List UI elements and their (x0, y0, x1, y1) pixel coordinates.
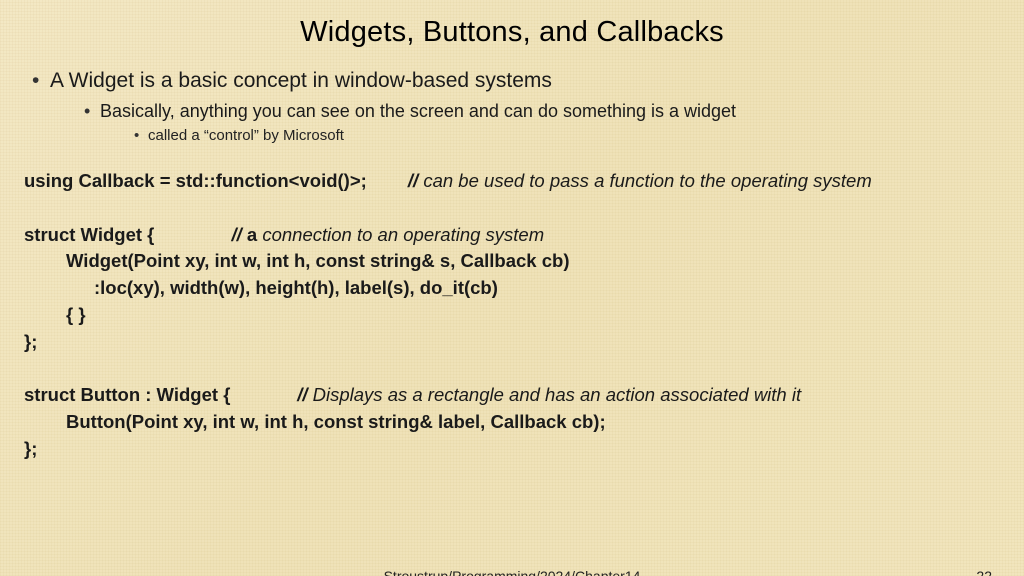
code-comment-text: Displays as a rectangle and has an actio… (313, 384, 801, 405)
code-gap (367, 170, 408, 191)
code-comment-text: connection to an operating system (262, 224, 544, 245)
slide-title: Widgets, Buttons, and Callbacks (24, 16, 1000, 49)
code-comment-text: can be used to pass a function to the op… (423, 170, 871, 191)
bullet-l3: called a “control” by Microsoft (134, 126, 1000, 146)
code-block: using Callback = std::function<void()>; … (24, 168, 1000, 463)
code-using-callback: using Callback = std::function<void()>; (24, 170, 367, 191)
slide: Widgets, Buttons, and Callbacks A Widget… (0, 0, 1024, 576)
code-widget-body: { } (24, 302, 86, 329)
code-struct-widget: struct Widget { (24, 224, 154, 245)
code-gap (230, 384, 297, 405)
code-widget-init: :loc(xy), width(w), height(h), label(s),… (24, 275, 498, 302)
footer-source: Stroustrup/Programming/2024/Chapter14 (384, 568, 641, 576)
bullet-l3-text: called a “control” by Microsoft (148, 127, 344, 144)
code-comment-slash: // (297, 384, 312, 405)
code-comment-slash: // (408, 170, 423, 191)
code-comment-slash: // (231, 224, 246, 245)
bullet-l1: A Widget is a basic concept in window-ba… (32, 67, 1000, 146)
code-button-close: }; (24, 438, 37, 459)
code-struct-button: struct Button : Widget { (24, 384, 230, 405)
code-button-ctor: Button(Point xy, int w, int h, const str… (24, 409, 606, 436)
code-widget-close: }; (24, 331, 37, 352)
bullet-list-level2: Basically, anything you can see on the s… (50, 99, 1000, 146)
page-number: 22 (976, 568, 992, 576)
code-gap (154, 224, 231, 245)
code-comment-bold: a (247, 224, 262, 245)
bullet-l2-text: Basically, anything you can see on the s… (100, 101, 736, 121)
code-widget-ctor: Widget(Point xy, int w, int h, const str… (24, 248, 569, 275)
bullet-l1-text: A Widget is a basic concept in window-ba… (50, 69, 552, 92)
bullet-list-level1: A Widget is a basic concept in window-ba… (24, 67, 1000, 146)
bullet-l2: Basically, anything you can see on the s… (84, 99, 1000, 146)
bullet-list-level3: called a “control” by Microsoft (100, 126, 1000, 146)
